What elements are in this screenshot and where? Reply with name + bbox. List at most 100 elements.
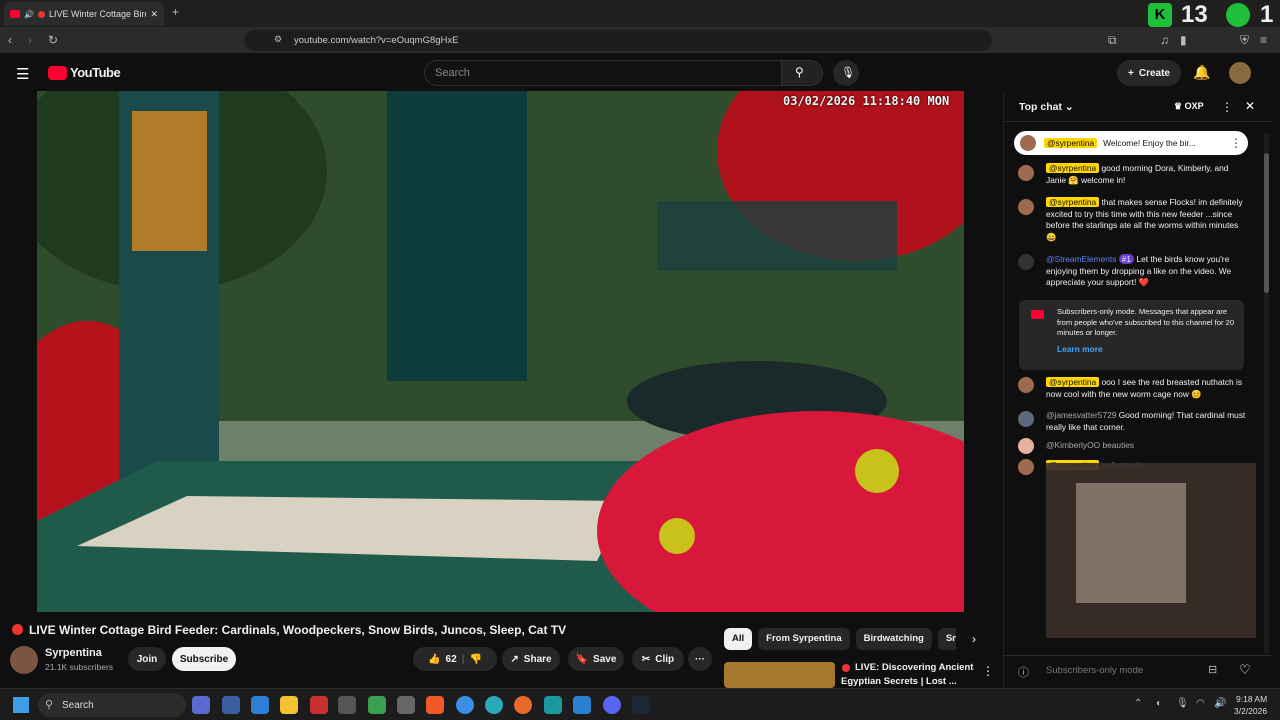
chip-all[interactable]: All [724, 628, 753, 650]
clock-date[interactable]: 3/2/2026 [1234, 706, 1267, 716]
search-input[interactable]: Search [424, 60, 782, 86]
taskbar-app-icon[interactable] [251, 696, 269, 714]
chat-scrollbar[interactable] [1264, 133, 1269, 653]
shield-icon[interactable]: ⛨ [1240, 33, 1249, 48]
clip-button[interactable]: ✂ Clip [632, 647, 684, 671]
chip-next-icon[interactable]: › [972, 632, 976, 646]
points-label: OXP [1184, 101, 1204, 111]
account-avatar[interactable] [1229, 62, 1251, 84]
youtube-logo-icon[interactable] [48, 66, 67, 80]
close-chat-icon[interactable]: ✕ [1245, 99, 1255, 113]
rec-menu-icon[interactable]: ⋮ [982, 664, 994, 678]
rec-title-line1[interactable]: LIVE: Discovering Ancient [855, 662, 973, 673]
video-player[interactable]: 03/02/2026 11:18:40 MON [37, 91, 964, 612]
heart-icon[interactable]: ♡ [1239, 662, 1251, 678]
pinned-user[interactable]: @syrpentina [1044, 138, 1098, 148]
taskbar-app-icon[interactable] [397, 696, 415, 714]
browser-tab[interactable]: 🔊 LIVE Winter Cottage Bird F ✕ [4, 2, 164, 26]
site-info-icon[interactable]: ⚙ [274, 34, 282, 45]
steam-icon[interactable] [632, 696, 650, 714]
search-icon: ⚲ [45, 699, 54, 711]
chip-birdwatching[interactable]: Birdwatching [855, 628, 932, 650]
super-chat-icon[interactable]: ⊟ [1208, 663, 1217, 676]
address-input[interactable]: ⚙ youtube.com/watch?v=eOuqmG8gHxE [244, 30, 992, 51]
taskbar-app-icon[interactable] [310, 696, 328, 714]
learn-more-link[interactable]: Learn more [1057, 344, 1103, 354]
more-actions-button[interactable]: ··· [688, 647, 712, 671]
youtube-logo-text[interactable]: YouTube [70, 65, 121, 80]
taskbar-search[interactable]: ⚲ Search [38, 693, 186, 717]
chat-user[interactable]: @syrpentina [1046, 377, 1100, 387]
share-button[interactable]: ↗ Share [502, 647, 560, 671]
extensions-icon[interactable]: ⧉ [1108, 33, 1117, 48]
search-placeholder: Search [435, 67, 470, 79]
file-explorer-icon[interactable] [280, 696, 298, 714]
brave-icon[interactable] [426, 696, 444, 714]
taskbar-app-icon[interactable] [192, 696, 210, 714]
join-button[interactable]: Join [128, 647, 166, 671]
rec-thumbnail[interactable] [724, 662, 835, 688]
webcam-overlay [1046, 463, 1256, 638]
new-tab-icon[interactable]: + [172, 5, 179, 19]
create-label: Create [1138, 67, 1170, 79]
chip-from-channel[interactable]: From Syrpentina [758, 628, 850, 650]
like-icon[interactable]: 👍 [428, 654, 440, 665]
taskbar-app-icon[interactable] [368, 696, 386, 714]
chat-user[interactable]: @KimberlyOO [1046, 440, 1100, 450]
forward-icon[interactable]: › [28, 33, 32, 47]
browser-tab-bar: 🔊 LIVE Winter Cottage Bird F ✕ + K 13 1 [0, 0, 1280, 28]
chrome-icon[interactable] [456, 696, 474, 714]
points-badge[interactable]: ♛ OXP [1174, 101, 1204, 112]
play-icon[interactable] [1226, 3, 1250, 27]
subscribe-button[interactable]: Subscribe [172, 647, 236, 671]
tray-chevron-icon[interactable]: ⌃ [1134, 698, 1142, 709]
wifi-icon[interactable]: ◠ [1196, 698, 1205, 709]
chat-user[interactable]: @StreamElements [1046, 254, 1116, 264]
windows-start-icon[interactable] [13, 697, 29, 713]
reload-icon[interactable]: ↻ [48, 33, 58, 47]
tray-app-icon[interactable]: ◐ [1156, 698, 1162, 709]
search-button[interactable]: ⚲ [781, 60, 823, 86]
firefox-icon[interactable] [514, 696, 532, 714]
menu-icon[interactable]: ≡ [1260, 33, 1267, 47]
volume-icon[interactable]: 🔊 [1214, 698, 1226, 709]
live-dot-icon [37, 10, 45, 18]
notifications-bell-icon[interactable]: 🔔 [1193, 64, 1210, 81]
info-icon[interactable]: ⓘ [1018, 664, 1029, 680]
microphone-icon[interactable]: 🎙 [1176, 698, 1189, 709]
url-text: youtube.com/watch?v=eOuqmG8gHxE [294, 35, 459, 46]
rec-title-line2[interactable]: Egyptian Secrets | Lost ... [841, 676, 957, 687]
chat-mode-dropdown[interactable]: Top chat ⌄ [1019, 101, 1074, 113]
back-icon[interactable]: ‹ [8, 33, 12, 47]
taskbar-app-icon[interactable] [338, 696, 356, 714]
chat-user[interactable]: @syrpentina [1046, 197, 1100, 207]
music-icon[interactable]: ♫ [1160, 33, 1169, 47]
create-button[interactable]: + Create [1117, 60, 1181, 86]
pinned-message[interactable]: @syrpentina Welcome! Enjoy the bir... ⋮ [1014, 131, 1248, 155]
k-logo-icon: K [1148, 3, 1172, 27]
edge-icon[interactable] [485, 696, 503, 714]
vscode-icon[interactable] [573, 696, 591, 714]
chat-input[interactable]: Subscribers-only mode [1046, 665, 1143, 676]
hamburger-menu-icon[interactable]: ☰ [16, 65, 29, 83]
save-label: Save [593, 653, 617, 665]
voice-search-button[interactable]: 🎙 [833, 60, 859, 86]
sidebar-icon[interactable]: ▮ [1180, 33, 1187, 47]
audio-icon[interactable]: 🔊 [24, 10, 34, 19]
chat-user[interactable]: @jamesvatter5729 [1046, 410, 1116, 420]
pinned-menu-icon[interactable]: ⋮ [1230, 136, 1242, 150]
clock-time[interactable]: 9:18 AM [1236, 694, 1267, 704]
taskbar-app-icon[interactable] [544, 696, 562, 714]
channel-avatar[interactable] [10, 646, 38, 674]
save-button[interactable]: 🔖 Save [568, 647, 624, 671]
dislike-icon[interactable]: 👎 [469, 654, 481, 665]
chat-menu-icon[interactable]: ⋮ [1221, 100, 1233, 114]
discord-icon[interactable] [603, 696, 621, 714]
chip-snow[interactable]: Snow [937, 628, 956, 650]
channel-name[interactable]: Syrpentina [45, 647, 102, 659]
browser-toolbar: ‹ › ↻ ☐ ⚙ youtube.com/watch?v=eOuqmG8gHx… [0, 27, 1280, 53]
taskbar-app-icon[interactable] [222, 696, 240, 714]
chat-user[interactable]: @syrpentina [1046, 163, 1100, 173]
like-count[interactable]: 62 [446, 654, 457, 665]
close-tab-icon[interactable]: ✕ [150, 9, 158, 20]
